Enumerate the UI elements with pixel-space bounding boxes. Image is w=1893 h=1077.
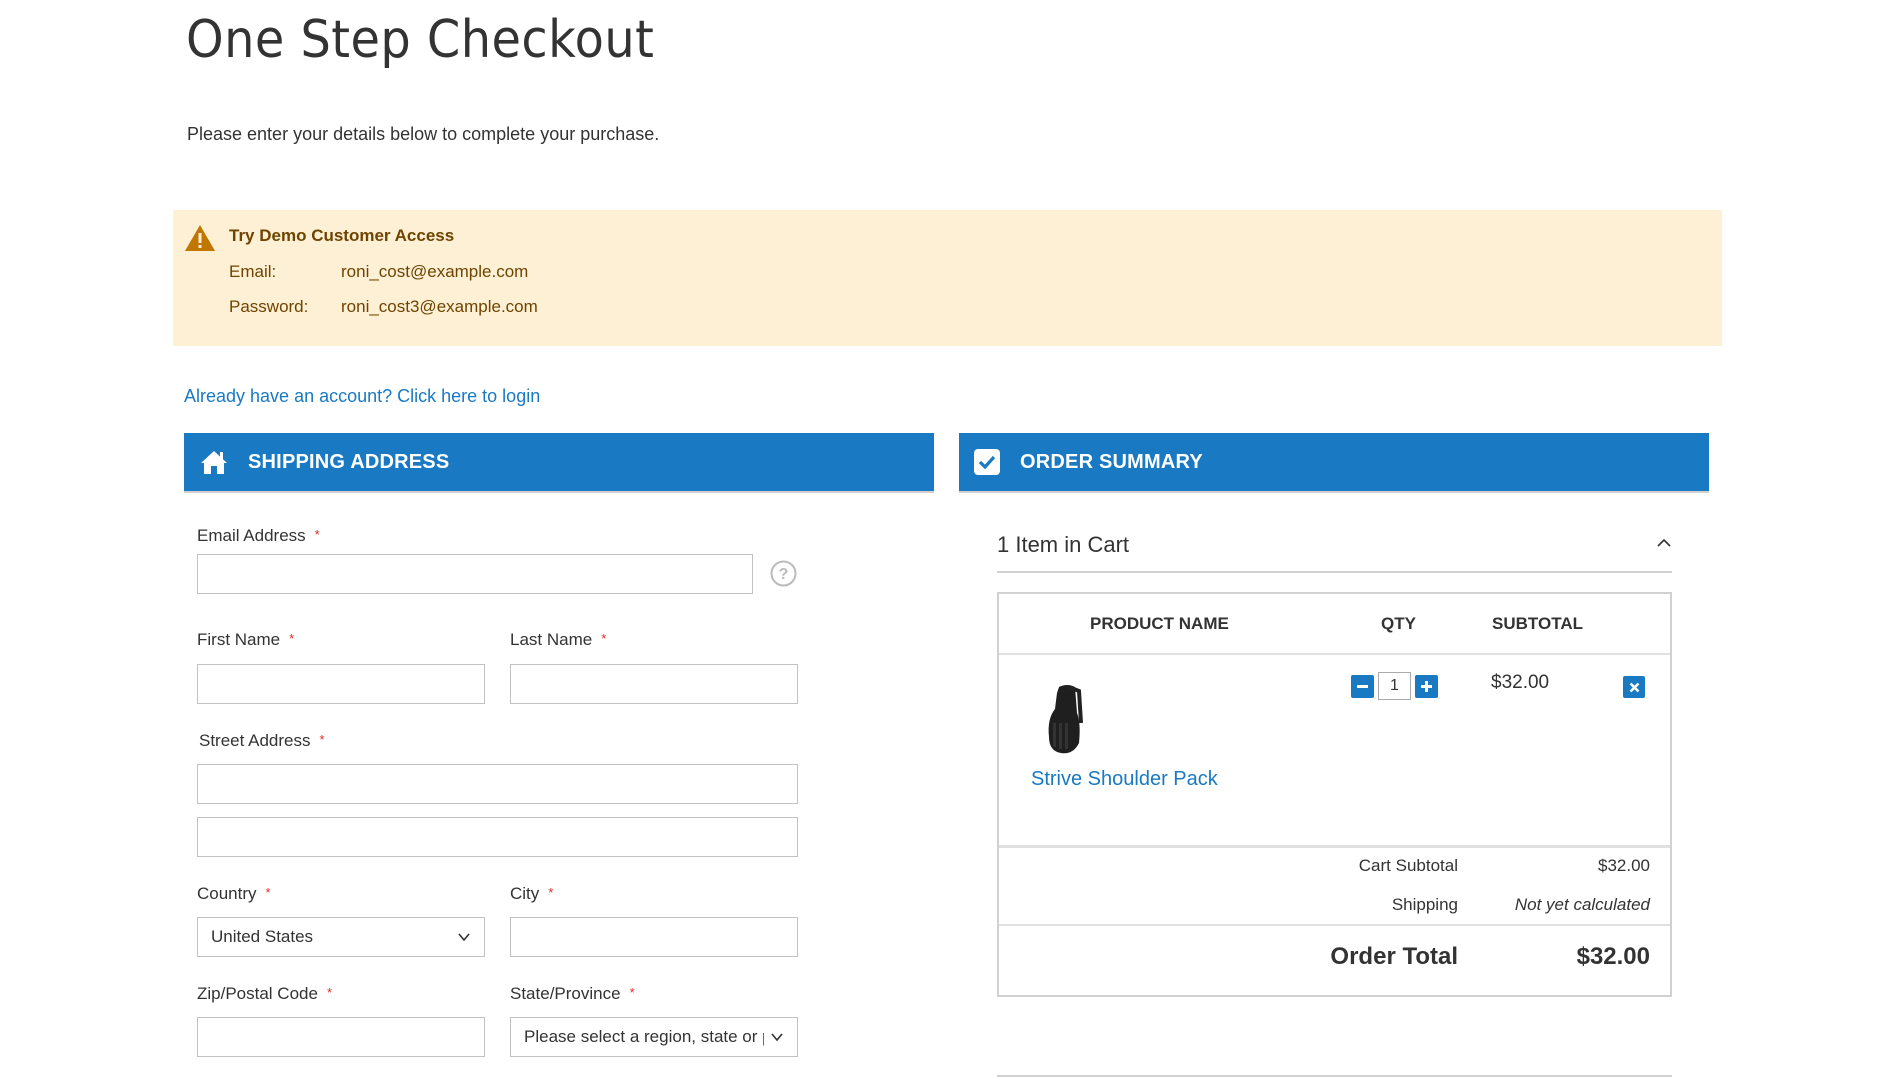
required-marker: * — [289, 631, 295, 646]
cart-subtotal-value: $32.00 — [1598, 856, 1650, 875]
street-address-line2-input[interactable] — [197, 817, 798, 857]
country-select[interactable]: United States — [197, 917, 485, 957]
product-image — [1048, 685, 1083, 754]
chevron-up-icon[interactable] — [1655, 536, 1673, 550]
required-marker: * — [319, 732, 325, 747]
chevron-down-icon — [458, 933, 470, 942]
page-subtitle: Please enter your details below to compl… — [187, 124, 660, 144]
email-label: Email Address * — [197, 526, 320, 546]
required-marker: * — [326, 985, 333, 1000]
street-address-label-text: Street Address — [199, 731, 311, 750]
city-label-text: City — [510, 884, 540, 903]
country-selected-value: United States — [211, 927, 314, 946]
qty-increase-button[interactable] — [1415, 675, 1438, 698]
street-address-line1-input[interactable] — [197, 764, 798, 804]
remove-item-button[interactable] — [1623, 676, 1645, 698]
state-selected-value: Please select a region, state or provinc… — [524, 1027, 764, 1046]
cart-divider — [997, 571, 1672, 573]
svg-text:?: ? — [779, 566, 789, 583]
last-name-label: Last Name * — [510, 630, 606, 650]
item-subtotal: $32.00 — [1491, 672, 1550, 693]
column-header-qty: QTY — [1381, 614, 1416, 633]
demo-password-label: Password: — [229, 297, 309, 316]
row-divider — [999, 653, 1670, 655]
required-marker: * — [601, 631, 607, 646]
qty-input[interactable] — [1378, 672, 1411, 700]
column-header-subtotal: SUBTOTAL — [1492, 614, 1583, 633]
demo-notice-title: Try Demo Customer Access — [229, 226, 455, 245]
city-input[interactable] — [510, 917, 798, 957]
column-header-product-name: PRODUCT NAME — [1090, 614, 1229, 633]
street-address-label: Street Address * — [199, 731, 325, 751]
required-marker: * — [548, 885, 554, 900]
country-label-text: Country — [197, 884, 257, 903]
shipping-value: Not yet calculated — [1514, 895, 1650, 914]
question-circle-icon[interactable]: ? — [770, 560, 797, 587]
row-divider — [999, 845, 1670, 848]
product-name-link[interactable]: Strive Shoulder Pack — [1031, 768, 1218, 791]
demo-password-value: roni_cost3@example.com — [341, 297, 538, 316]
order-summary-header: ORDER SUMMARY — [959, 433, 1709, 493]
first-name-label: First Name * — [197, 630, 294, 650]
state-label: State/Province * — [510, 984, 635, 1004]
plus-icon — [1421, 681, 1432, 692]
shipping-address-title: SHIPPING ADDRESS — [248, 450, 450, 473]
cart-subtotal-label: Cart Subtotal — [1358, 856, 1458, 875]
shipping-label: Shipping — [1391, 895, 1458, 914]
login-link[interactable]: Already have an account? Click here to l… — [184, 386, 540, 407]
row-divider — [999, 924, 1670, 926]
page-title: One Step Checkout — [186, 10, 655, 70]
minus-icon — [1357, 685, 1368, 688]
last-name-label-text: Last Name — [510, 630, 593, 649]
zip-label-text: Zip/Postal Code — [197, 984, 318, 1003]
checkbox-checked-icon — [974, 449, 1000, 475]
home-icon — [201, 451, 227, 474]
demo-email-label: Email: — [229, 262, 277, 281]
order-total-label: Order Total — [1330, 943, 1458, 970]
zip-input[interactable] — [197, 1017, 485, 1057]
state-select[interactable]: Please select a region, state or provinc… — [510, 1017, 798, 1057]
demo-email-value: roni_cost@example.com — [341, 262, 529, 281]
first-name-label-text: First Name — [197, 630, 281, 649]
email-label-text: Email Address — [197, 526, 306, 545]
state-label-text: State/Province — [510, 984, 621, 1003]
country-label: Country * — [197, 884, 271, 904]
close-icon — [1629, 682, 1639, 692]
city-label: City * — [510, 884, 553, 904]
cart-item-count[interactable]: 1 Item in Cart — [997, 532, 1129, 558]
required-marker: * — [314, 527, 320, 542]
required-marker: * — [629, 985, 635, 1000]
last-name-input[interactable] — [510, 664, 798, 704]
order-total-value: $32.00 — [1576, 943, 1650, 970]
zip-label: Zip/Postal Code * — [197, 984, 332, 1004]
chevron-down-icon — [771, 1033, 783, 1042]
shipping-address-header: SHIPPING ADDRESS — [184, 433, 934, 493]
order-summary-title: ORDER SUMMARY — [1020, 450, 1203, 473]
warning-icon — [185, 225, 215, 251]
first-name-input[interactable] — [197, 664, 485, 704]
email-input[interactable] — [197, 554, 753, 594]
required-marker: * — [265, 885, 271, 900]
qty-decrease-button[interactable] — [1351, 675, 1374, 698]
